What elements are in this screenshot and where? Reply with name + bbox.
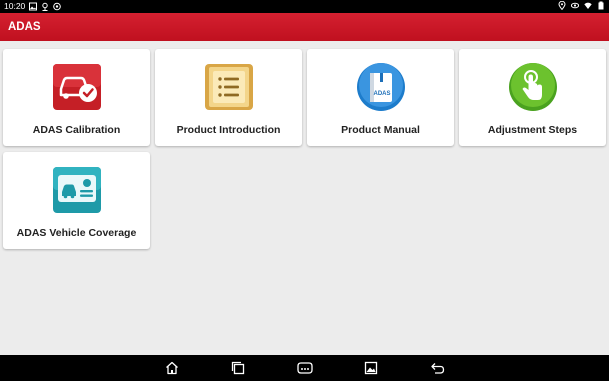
adas-calibration-card[interactable]: ADAS Calibration [3, 49, 150, 146]
adas-vehicle-coverage-card[interactable]: ADAS Vehicle Coverage [3, 152, 150, 249]
product-introduction-label: Product Introduction [176, 124, 281, 136]
manual-icon-text: ADAS [373, 91, 390, 97]
product-manual-label: Product Manual [341, 124, 420, 136]
screenshot-icon[interactable] [363, 361, 379, 375]
product-manual-card[interactable]: ADAS Product Manual [307, 49, 454, 146]
status-bar: 10:20 [0, 0, 609, 13]
status-time: 10:20 [4, 1, 26, 11]
adas-calibration-label: ADAS Calibration [32, 124, 121, 136]
eye-icon [571, 1, 579, 10]
adas-vehicle-coverage-label: ADAS Vehicle Coverage [16, 227, 137, 239]
tap-hand-icon [508, 62, 558, 112]
image-icon [29, 2, 38, 11]
car-check-icon [52, 62, 102, 112]
navigation-bar [0, 355, 609, 381]
list-document-icon [204, 62, 254, 112]
battery-icon [597, 1, 605, 10]
recent-apps-icon[interactable] [230, 361, 246, 375]
vehicle-coverage-icon [52, 165, 102, 215]
home-icon[interactable] [164, 361, 180, 375]
wifi-icon [584, 1, 592, 10]
back-icon[interactable] [430, 361, 446, 375]
location-pin-icon [41, 2, 49, 11]
adjustment-steps-label: Adjustment Steps [487, 124, 578, 136]
settings-icon [53, 2, 62, 11]
app-bar-title: ADAS [0, 13, 609, 41]
product-introduction-card[interactable]: Product Introduction [155, 49, 302, 146]
location-icon [558, 1, 566, 10]
manual-book-icon: ADAS [356, 62, 406, 112]
vci-icon[interactable] [296, 361, 314, 375]
adjustment-steps-card[interactable]: Adjustment Steps [459, 49, 606, 146]
